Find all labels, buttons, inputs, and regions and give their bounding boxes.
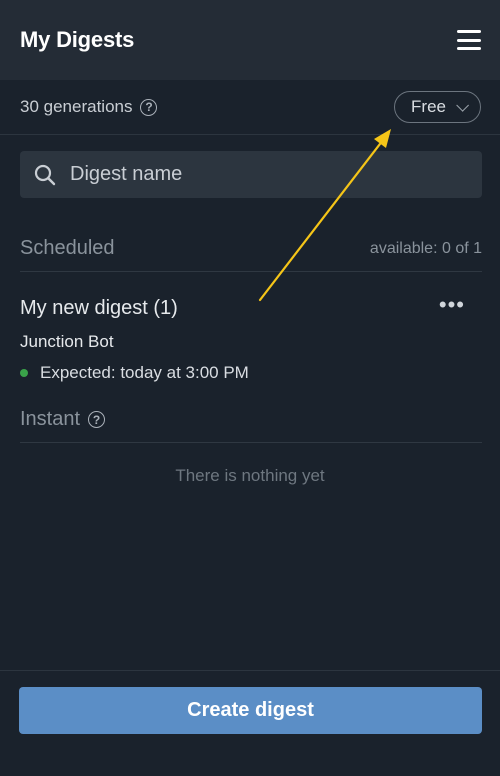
question-circle-icon[interactable]: ? [140, 98, 158, 116]
page-title: My Digests [20, 27, 135, 52]
plan-label: Free [411, 97, 446, 116]
hamburger-menu-icon[interactable] [457, 30, 481, 50]
generations-row: 30 generations ? Free [0, 80, 500, 135]
app-header: My Digests [0, 0, 500, 80]
scheduled-section-header: Scheduled available: 0 of 1 [20, 226, 482, 272]
footer-bar: Create digest [0, 670, 500, 776]
create-digest-button[interactable]: Create digest [19, 687, 482, 734]
search-bar[interactable] [20, 151, 482, 198]
search-input[interactable] [68, 162, 468, 187]
instant-section-header: Instant ? [20, 397, 482, 443]
generations-info: 30 generations ? [20, 97, 158, 117]
status-dot-icon [20, 369, 28, 377]
digest-bot-name: Junction Bot [20, 332, 114, 351]
empty-state-text: There is nothing yet [175, 466, 325, 485]
question-circle-icon[interactable]: ? [88, 411, 106, 428]
scheduled-title: Scheduled [20, 237, 115, 259]
scheduled-availability: available: 0 of 1 [369, 239, 482, 257]
digest-status-text: Expected: today at 3:00 PM [40, 363, 249, 382]
more-horizontal-icon[interactable]: ••• [439, 292, 465, 318]
plan-dropdown[interactable]: Free [394, 91, 481, 123]
digest-name[interactable]: My new digest (1) [20, 297, 178, 320]
search-icon [34, 164, 56, 185]
chevron-down-icon [456, 98, 469, 112]
digest-status: Expected: today at 3:00 PM [20, 363, 249, 383]
instant-title-group: Instant ? [20, 408, 106, 431]
instant-title: Instant [20, 408, 81, 430]
generations-count: 30 generations [20, 97, 133, 116]
